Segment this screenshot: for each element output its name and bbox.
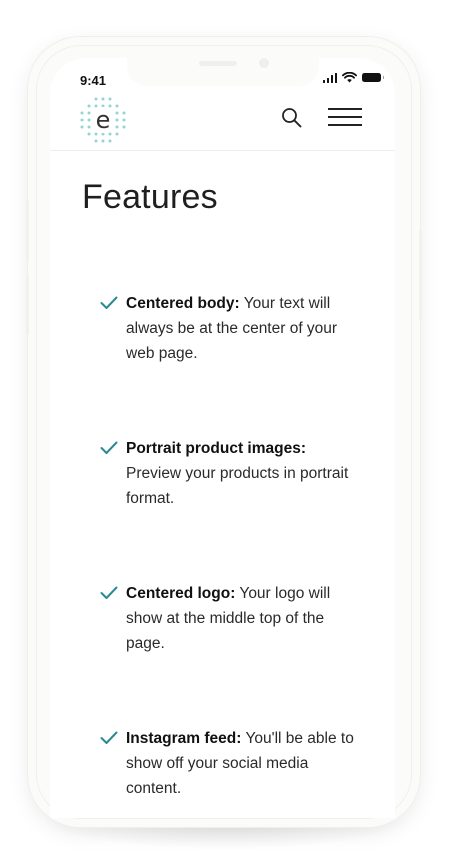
features-list: Centered body: Your text will always be … xyxy=(50,58,395,818)
feature-title: Centered body: xyxy=(126,295,240,312)
feature-text: Centered logo: Your logo will show at th… xyxy=(126,581,364,656)
feature-description: Preview your products in portrait format… xyxy=(126,465,349,507)
feature-text: Instagram feed: You'll be able to show o… xyxy=(126,726,364,801)
device-mockup: 9:41 e Features Centered body: Your text… xyxy=(0,0,450,863)
power-button xyxy=(419,230,422,320)
checkmark-icon xyxy=(100,731,118,744)
volume-button xyxy=(26,200,29,260)
checkmark-icon xyxy=(100,441,118,454)
feature-title: Portrait product images: xyxy=(126,440,306,457)
phone-screen: 9:41 e Features Centered body: Your text… xyxy=(50,58,395,818)
volume-button xyxy=(26,275,29,335)
feature-text: Portrait product images: Preview your pr… xyxy=(126,436,364,511)
feature-text: Centered body: Your text will always be … xyxy=(126,291,364,366)
feature-title: Centered logo: xyxy=(126,585,236,602)
feature-title: Instagram feed: xyxy=(126,730,242,747)
checkmark-icon xyxy=(100,586,118,599)
checkmark-icon xyxy=(100,296,118,309)
